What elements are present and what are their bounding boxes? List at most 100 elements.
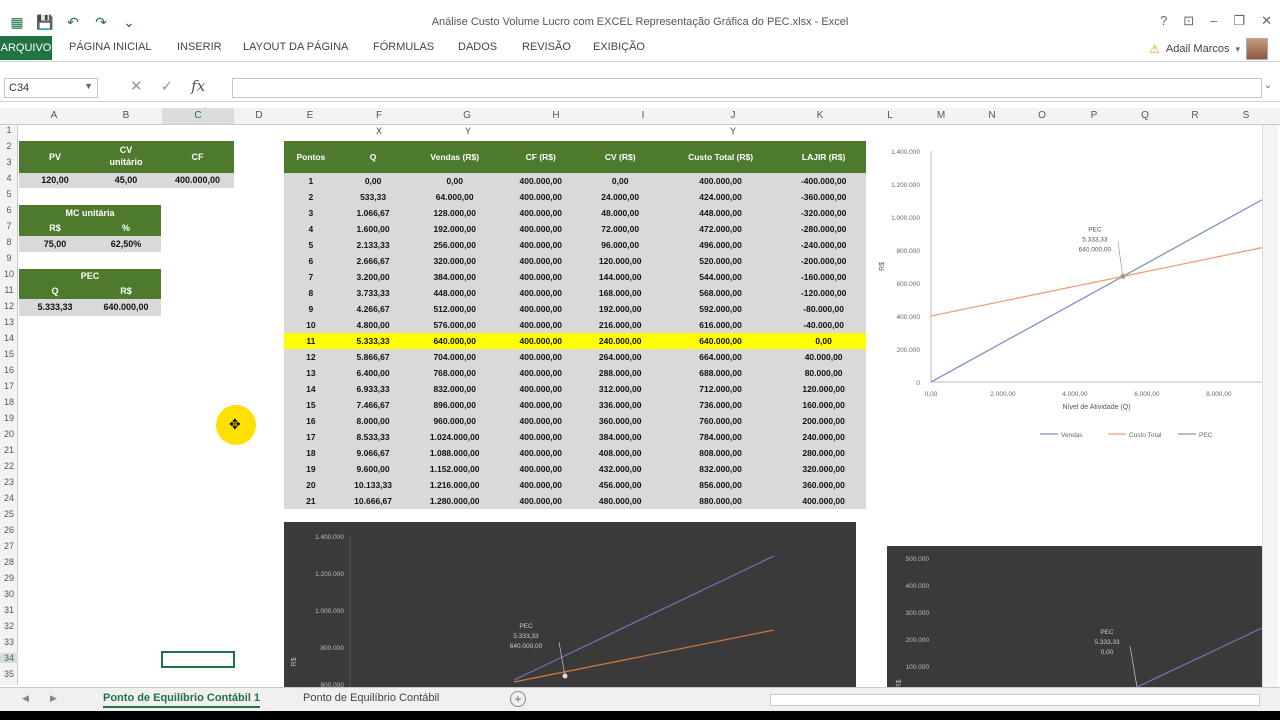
- table-cell[interactable]: 40.000,00: [781, 349, 866, 365]
- add-sheet-icon[interactable]: +: [510, 691, 526, 707]
- table-cell[interactable]: 736.000,00: [659, 397, 782, 413]
- row-header[interactable]: 4: [0, 173, 18, 183]
- column-header[interactable]: I: [633, 110, 653, 121]
- column-header[interactable]: E: [300, 110, 320, 121]
- table-cell[interactable]: 784.000,00: [659, 429, 782, 445]
- next-sheet-icon[interactable]: ▶: [50, 693, 57, 704]
- tab-pagina-inicial[interactable]: PÁGINA INICIAL: [69, 41, 152, 53]
- tab-exibicao[interactable]: EXIBIÇÃO: [593, 41, 645, 53]
- table-cell[interactable]: 3.200,00: [337, 269, 409, 285]
- row-header[interactable]: 14: [0, 333, 18, 343]
- table-cell[interactable]: -360.000,00: [781, 189, 866, 205]
- table-cell[interactable]: 17: [284, 429, 338, 445]
- table-cell[interactable]: 9.066,67: [337, 445, 409, 461]
- table-cell[interactable]: 8.000,00: [337, 413, 409, 429]
- pv-value[interactable]: 120,00: [19, 173, 91, 188]
- column-header[interactable]: B: [116, 110, 136, 121]
- column-header[interactable]: M: [931, 110, 951, 121]
- table-cell[interactable]: 240.000,00: [781, 429, 866, 445]
- table-cell[interactable]: 400.000,00: [501, 205, 581, 221]
- column-header[interactable]: S: [1236, 110, 1256, 121]
- table-cell[interactable]: 760.000,00: [659, 413, 782, 429]
- cf-value[interactable]: 400.000,00: [161, 173, 234, 188]
- row-header[interactable]: 16: [0, 365, 18, 375]
- row-header[interactable]: 17: [0, 381, 18, 391]
- dark-chart-1[interactable]: 1.400.0001.200.0001.000.000800.000600.00…: [284, 522, 856, 687]
- table-cell[interactable]: -40.000,00: [781, 317, 866, 333]
- table-cell[interactable]: 1.024.000,00: [408, 429, 502, 445]
- tab-inserir[interactable]: INSERIR: [177, 41, 222, 53]
- table-cell[interactable]: 64.000,00: [408, 189, 502, 205]
- column-header[interactable]: N: [982, 110, 1002, 121]
- table-cell[interactable]: 3: [284, 205, 338, 221]
- table-cell[interactable]: 312.000,00: [580, 381, 660, 397]
- table-cell[interactable]: 1.066,67: [337, 205, 409, 221]
- table-cell[interactable]: 544.000,00: [659, 269, 782, 285]
- row-header[interactable]: 27: [0, 541, 18, 551]
- row-header[interactable]: 20: [0, 429, 18, 439]
- table-cell[interactable]: 640.000,00: [659, 333, 782, 349]
- table-cell[interactable]: 400.000,00: [501, 429, 581, 445]
- table-cell[interactable]: 144.000,00: [580, 269, 660, 285]
- table-cell[interactable]: 400.000,00: [501, 317, 581, 333]
- column-header[interactable]: J: [723, 110, 743, 121]
- sheet-tab-1[interactable]: Ponto de Equilíbrio Contábil 1: [103, 692, 261, 708]
- row-header[interactable]: 8: [0, 237, 18, 247]
- table-cell[interactable]: 9.600,00: [337, 461, 409, 477]
- close-icon[interactable]: ✕: [1261, 13, 1272, 29]
- table-cell[interactable]: 4.266,67: [337, 301, 409, 317]
- column-header[interactable]: A: [44, 110, 64, 121]
- prev-sheet-icon[interactable]: ◀: [22, 693, 29, 704]
- pec-q-value[interactable]: 5.333,33: [19, 299, 91, 316]
- table-cell[interactable]: 360.000,00: [580, 413, 660, 429]
- table-cell[interactable]: 288.000,00: [580, 365, 660, 381]
- table-cell[interactable]: 616.000,00: [659, 317, 782, 333]
- table-cell[interactable]: 480.000,00: [580, 493, 660, 509]
- table-cell[interactable]: 0,00: [781, 333, 866, 349]
- table-cell[interactable]: 24.000,00: [580, 189, 660, 205]
- row-header[interactable]: 10: [0, 269, 18, 279]
- horizontal-scrollbar[interactable]: [770, 694, 1260, 706]
- dark-chart-2[interactable]: 500.000400.000300.000200.000100.0000R$PE…: [887, 546, 1262, 687]
- table-cell[interactable]: 15: [284, 397, 338, 413]
- row-header[interactable]: 29: [0, 573, 18, 583]
- table-cell[interactable]: 96.000,00: [580, 237, 660, 253]
- breakeven-chart[interactable]: 1.400.000 1.200.000 1.000.000 800.000 600.00…: [872, 130, 1264, 440]
- table-cell[interactable]: 320.000,00: [408, 253, 502, 269]
- row-header[interactable]: 3: [0, 157, 18, 167]
- row-header[interactable]: 26: [0, 525, 18, 535]
- formula-input[interactable]: [232, 78, 1262, 98]
- table-cell[interactable]: 1: [284, 173, 338, 189]
- table-cell[interactable]: 20: [284, 477, 338, 493]
- table-cell[interactable]: 320.000,00: [781, 461, 866, 477]
- table-cell[interactable]: 400.000,00: [501, 477, 581, 493]
- column-header[interactable]: D: [249, 110, 269, 121]
- table-cell[interactable]: 160.000,00: [781, 397, 866, 413]
- table-cell[interactable]: 19: [284, 461, 338, 477]
- table-cell[interactable]: 568.000,00: [659, 285, 782, 301]
- table-cell[interactable]: 400.000,00: [501, 253, 581, 269]
- name-box[interactable]: C34 ▼: [4, 78, 98, 98]
- table-cell[interactable]: 0,00: [580, 173, 660, 189]
- table-cell[interactable]: 424.000,00: [659, 189, 782, 205]
- table-cell[interactable]: 200.000,00: [781, 413, 866, 429]
- row-header[interactable]: 24: [0, 493, 18, 503]
- table-cell[interactable]: 960.000,00: [408, 413, 502, 429]
- table-cell[interactable]: 6.400,00: [337, 365, 409, 381]
- table-cell[interactable]: 12: [284, 349, 338, 365]
- table-cell[interactable]: 496.000,00: [659, 237, 782, 253]
- row-header[interactable]: 34: [0, 653, 18, 663]
- table-cell[interactable]: 14: [284, 381, 338, 397]
- table-cell[interactable]: 2: [284, 189, 338, 205]
- table-cell[interactable]: 400.000,00: [501, 365, 581, 381]
- table-cell[interactable]: 128.000,00: [408, 205, 502, 221]
- table-cell[interactable]: 856.000,00: [659, 477, 782, 493]
- table-cell[interactable]: -240.000,00: [781, 237, 866, 253]
- column-header[interactable]: F: [369, 110, 389, 121]
- table-cell[interactable]: 5.333,33: [337, 333, 409, 349]
- table-cell[interactable]: 400.000,00: [501, 333, 581, 349]
- table-cell[interactable]: 264.000,00: [580, 349, 660, 365]
- row-header[interactable]: 35: [0, 669, 18, 679]
- check-icon[interactable]: ✓: [161, 77, 174, 95]
- mc-rs-value[interactable]: 75,00: [19, 236, 91, 252]
